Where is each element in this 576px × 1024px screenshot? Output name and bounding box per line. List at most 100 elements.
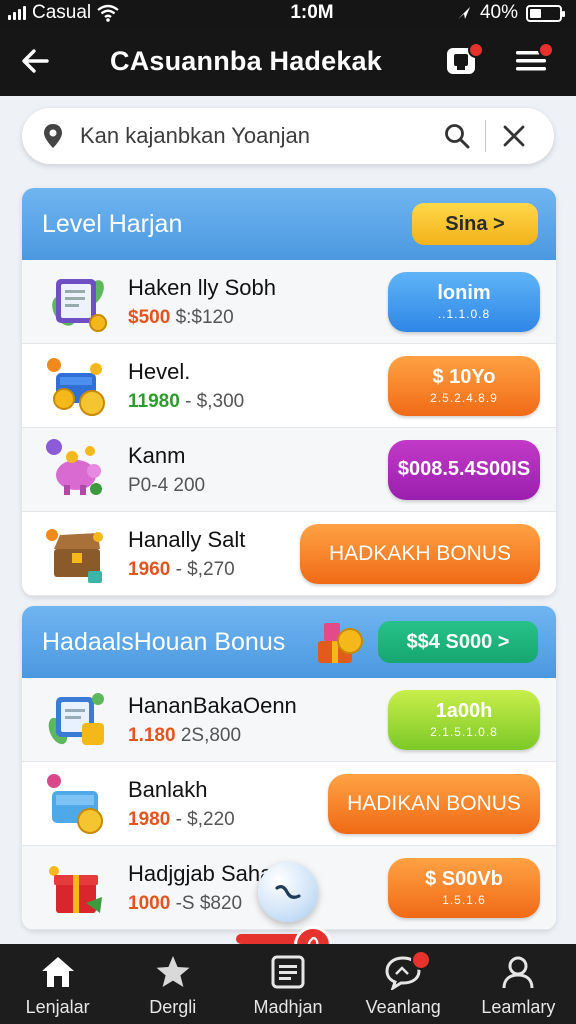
wifi-icon [97,4,119,22]
offer-row[interactable]: Hevel. 11980 - $,300 $ 10Yo 2.5.2.4.8.9 [22,344,556,428]
offer-row[interactable]: Banlakh 1980 - $,220 HADIKAN BONUS [22,762,556,846]
offer-button-sub: 2.1.5.1.0.8 [430,725,498,739]
offer-name: Hevel. [128,358,191,384]
offer-range: - $,270 [175,558,235,580]
offer-row[interactable]: Haken lly Sobh $500 $:$120 lonim ..1.1.0… [22,260,556,344]
offer-name: Haken lly Sobh [128,274,276,300]
search-icon [445,124,470,149]
offer-button-label: lonim [437,282,491,304]
clock: 1:0M [290,2,334,23]
wallet-coins-icon [47,357,105,416]
notification-button[interactable] [436,36,486,86]
tablet-coins-icon [52,278,107,332]
section-header: Level Harjan Sina > [22,188,556,260]
refresh-button[interactable] [258,862,318,922]
gift-icon [49,865,102,913]
offer-button-label: HADKAKH BONUS [328,541,512,565]
offer-button[interactable]: 1a00h 2.1.5.1.0.8 [388,689,540,750]
nav-label: Lenjalar [25,996,90,1017]
offer-row[interactable]: Kanm P0-4 200 $008.5.4S00IS [22,428,556,512]
offer-button-label: HADIKAN BONUS [347,791,521,815]
location-pin-icon [40,123,66,149]
offer-range: - $,220 [175,808,235,830]
refresh-icon [275,885,301,899]
clear-search-button[interactable] [492,114,536,158]
offer-list: Haken lly Sobh $500 $:$120 lonim ..1.1.0… [22,260,556,596]
nav-label: Dergli [149,996,197,1017]
offer-row[interactable]: Hanally Salt 1960 - $,270 HADKAKH BONUS [22,512,556,596]
nav-item-messages[interactable]: Veanlang [346,944,461,1024]
section-action-button[interactable]: $$4 S000 > [378,621,538,663]
menu-badge [538,42,554,58]
offer-price: 11980 [128,390,180,412]
piggy-bank-icon [46,438,102,495]
offer-name: Hanally Salt [128,526,246,552]
search-bar[interactable]: Kan kajanbkan Yoanjan [22,108,554,164]
offer-price: $500 [128,306,171,328]
offer-range: 200 [173,474,206,496]
section-level: Level Harjan Sina > Haken lly Sobh $500 … [22,188,556,596]
status-bar: Casual 1:0M 40% [0,0,576,26]
notification-badge [468,42,484,58]
offer-button-label: $ 10Yo [432,366,496,388]
offer-row[interactable]: HananBakaOenn 1.180 2S,800 1a00h 2.1.5.1… [22,678,556,762]
nav-label: Leamlary [481,996,556,1017]
offer-price: 1980 [128,808,171,830]
treasure-chest-icon [46,528,103,583]
offer-name: Kanm [128,442,186,468]
nav-item-list[interactable]: Madhjan [230,944,345,1024]
page-title: CAsuannba Hadekak [110,45,382,76]
search-divider [485,120,486,152]
offer-range: $:$120 [175,306,234,328]
offer-price: P0-4 [128,474,169,496]
offer-price: 1.180 [128,724,176,746]
nav-item-favorites[interactable]: Dergli [115,944,230,1024]
nav-badge [410,950,431,970]
offer-button[interactable]: $ 10Yo 2.5.2.4.8.9 [388,355,540,416]
offer-button-sub: 1.5.1.6 [442,893,486,907]
home-icon [41,956,74,987]
offer-name: HananBakaOenn [128,692,297,718]
gift-box-icon [318,623,363,663]
nav-label: Madhjan [253,996,323,1017]
offer-button-label: $008.5.4S00IS [397,458,531,480]
close-icon [503,125,525,147]
back-button[interactable] [0,26,70,96]
offer-name: Banlakh [128,776,208,802]
section-title: HadaalsHouan Bonus [42,627,286,656]
nav-item-profile[interactable]: Leamlary [461,944,576,1024]
wallet-icon [47,773,103,834]
offer-button[interactable]: $ S00Vb 1.5.1.6 [388,857,540,918]
offer-button-sub: 2.5.2.4.8.9 [430,391,498,405]
offer-range: - $,300 [185,390,245,412]
battery-percent: 40% [479,2,518,23]
section-action-button[interactable]: Sina > [412,203,538,245]
offer-range: -S $820 [175,892,243,914]
offer-name: Hadjgjab Saharan [128,860,305,886]
offer-price: 1000 [128,892,171,914]
section-title: Level Harjan [42,209,183,238]
offer-button-sub: ..1.1.0.8 [437,307,491,321]
profile-icon [502,956,534,988]
star-icon [156,955,190,987]
offer-button[interactable]: lonim ..1.1.0.8 [388,271,540,332]
bottom-nav: Lenjalar Dergli Madhjan Veanlang Leamlar… [0,944,576,1024]
location-arrow-icon [457,7,470,19]
section-header: HadaalsHouan Bonus $$4 S000 > [22,606,556,678]
signal-icon [8,6,26,20]
nav-item-home[interactable]: Lenjalar [0,944,115,1024]
offer-price: 1960 [128,558,171,580]
offer-range: 2S,800 [180,724,242,746]
menu-button[interactable] [506,36,556,86]
offer-button-label: 1a00h [435,700,493,722]
offer-button[interactable]: HADKAKH BONUS [300,523,540,584]
list-icon [271,955,305,988]
offer-button[interactable]: $008.5.4S00IS [388,439,540,500]
app-bar: CAsuannba Hadekak [0,26,576,96]
search-input[interactable]: Kan kajanbkan Yoanjan [80,123,435,149]
battery-icon [526,4,565,22]
search-button[interactable] [435,114,479,158]
carrier-label: Casual [32,2,92,23]
tablet-bag-icon [48,692,104,745]
offer-button[interactable]: HADIKAN BONUS [328,773,540,834]
